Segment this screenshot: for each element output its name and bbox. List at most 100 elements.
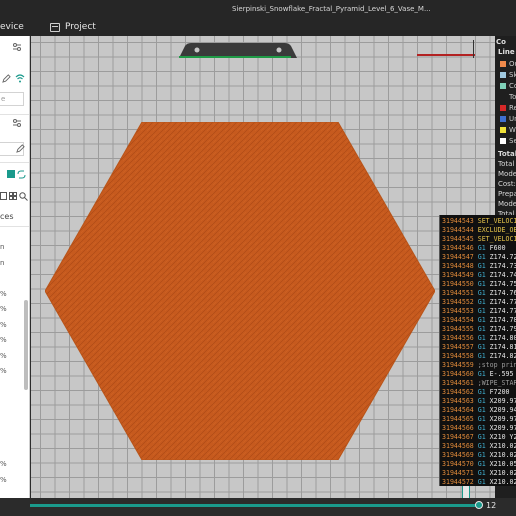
gcode-command: G1 <box>477 388 486 396</box>
process-section-label: ces <box>0 212 14 221</box>
tab-project[interactable]: Project <box>50 20 96 34</box>
title-bar: Sierpinski_Snowflake_Fractal_Pyramid_Lev… <box>0 0 516 18</box>
layer-slider[interactable]: 12 <box>0 498 516 516</box>
stat-label: Prepa <box>498 190 516 198</box>
search-icon[interactable] <box>19 192 28 201</box>
gcode-command: G1 <box>477 451 486 459</box>
preset-field[interactable]: e <box>0 92 24 106</box>
gcode-args: Z174.762 <box>489 289 516 297</box>
tab-project-label: Project <box>65 22 96 32</box>
gcode-command: G1 <box>477 352 486 360</box>
layer-slider-track[interactable] <box>30 504 480 507</box>
stat-label: Mode <box>498 200 516 208</box>
filament-settings-icon[interactable] <box>12 118 22 128</box>
gcode-args: X209.975 <box>489 397 516 405</box>
gcode-line-number: 31944567 <box>442 433 478 441</box>
legend-label: Sk <box>509 71 516 79</box>
legend-swatch <box>500 94 506 100</box>
gcode-line-number: 31944565 <box>442 415 478 423</box>
gcode-command: ;stop printing <box>477 361 516 369</box>
x-axis-indicator <box>417 54 475 56</box>
setting-row[interactable]: % <box>0 367 7 375</box>
gcode-command: G1 <box>477 271 486 279</box>
gcode-command: G1 <box>477 397 486 405</box>
plate-icon[interactable] <box>7 170 15 178</box>
gcode-viewer[interactable]: 31944543 SET_VELOCIT31944544 EXCLUDE_OB3… <box>439 215 516 486</box>
gcode-line-number: 31944551 <box>442 289 478 297</box>
gcode-line-number: 31944561 <box>442 379 478 387</box>
gcode-args: Z174.787 <box>489 316 516 324</box>
gcode-command: G1 <box>477 289 486 297</box>
gcode-line-number: 31944557 <box>442 343 478 351</box>
setting-row[interactable]: % <box>0 290 7 298</box>
setting-row[interactable]: % <box>0 476 7 484</box>
gcode-args: Z174.737 <box>489 262 516 270</box>
gcode-command: ;WIPE_START <box>477 379 516 387</box>
gcode-command: G1 <box>477 298 486 306</box>
gcode-args: F600 <box>485 244 506 252</box>
legend-swatch <box>500 72 506 78</box>
gcode-args: Z174.812 <box>489 343 516 351</box>
gcode-command: G1 <box>477 253 486 261</box>
gcode-line-number: 31944566 <box>442 424 478 432</box>
setting-row[interactable]: % <box>0 336 7 344</box>
gcode-line-number: 31944549 <box>442 271 478 279</box>
settings-scrollbar[interactable] <box>24 300 28 390</box>
sync-icon[interactable] <box>17 170 26 179</box>
setting-row[interactable]: % <box>0 460 7 468</box>
gcode-args: X210.025 <box>489 442 516 450</box>
legend-swatch <box>500 138 506 144</box>
gcode-line-number: 31944546 <box>442 244 478 252</box>
gcode-args: Z174.770 <box>489 298 516 306</box>
legend-swatch <box>500 83 506 89</box>
gcode-line-number: 31944544 <box>442 226 478 234</box>
gcode-command: G1 <box>477 244 486 252</box>
stat-label: Total <box>498 160 515 168</box>
legend-label: Ou <box>509 60 516 68</box>
gcode-line-number: 31944563 <box>442 397 478 405</box>
gcode-command: G1 <box>477 307 486 315</box>
setting-row[interactable]: % <box>0 321 7 329</box>
gcode-line-number: 31944560 <box>442 370 478 378</box>
stat-label: Mode <box>498 170 516 178</box>
gcode-line[interactable]: 31944572 G1 X210.025 <box>442 478 516 486</box>
gcode-line-number: 31944568 <box>442 442 478 450</box>
line-type-label: Line Ty <box>498 48 516 56</box>
legend-label: To <box>509 93 516 101</box>
edit-filament-icon[interactable] <box>16 144 25 153</box>
settings-sliders-icon[interactable] <box>12 42 22 52</box>
preview-viewport[interactable] <box>31 36 495 508</box>
project-icon <box>50 22 60 32</box>
gcode-command: G1 <box>477 280 486 288</box>
setting-row[interactable]: % <box>0 352 7 360</box>
save-icon[interactable] <box>0 192 7 200</box>
legend-label: Wi <box>509 126 516 134</box>
legend-label: Se <box>509 137 516 145</box>
tab-device[interactable]: evice <box>0 22 24 32</box>
layer-slider-handle[interactable] <box>475 501 483 509</box>
setting-row[interactable]: n <box>0 259 4 267</box>
gcode-args: Z174.795 <box>489 325 516 333</box>
gcode-command: G1 <box>477 316 486 324</box>
gcode-command: G1 <box>477 325 486 333</box>
gcode-args: F7200 <box>485 388 510 396</box>
gcode-line-number: 31944552 <box>442 298 478 306</box>
grid-icon[interactable] <box>9 192 17 200</box>
gcode-line-number: 31944558 <box>442 352 478 360</box>
divider <box>0 226 29 227</box>
stat-label: Cost: <box>498 180 516 188</box>
legend-header[interactable]: Co <box>496 38 506 46</box>
setting-row[interactable]: % <box>0 305 7 313</box>
gcode-command: G1 <box>477 343 486 351</box>
setting-row[interactable]: n <box>0 243 4 251</box>
gcode-line-number: 31944543 <box>442 217 478 225</box>
layer-slider-value: 12 <box>486 501 497 510</box>
gcode-args: Z174.820 <box>489 352 516 360</box>
legend-label: Un <box>509 115 516 123</box>
edit-icon[interactable] <box>2 74 11 83</box>
gcode-line-number: 31944548 <box>442 262 478 270</box>
model-hexagon-preview <box>45 122 435 460</box>
gcode-command: SET_VELOCIT <box>477 217 516 225</box>
gcode-line-number: 31944570 <box>442 460 478 468</box>
wifi-icon[interactable] <box>15 74 25 83</box>
